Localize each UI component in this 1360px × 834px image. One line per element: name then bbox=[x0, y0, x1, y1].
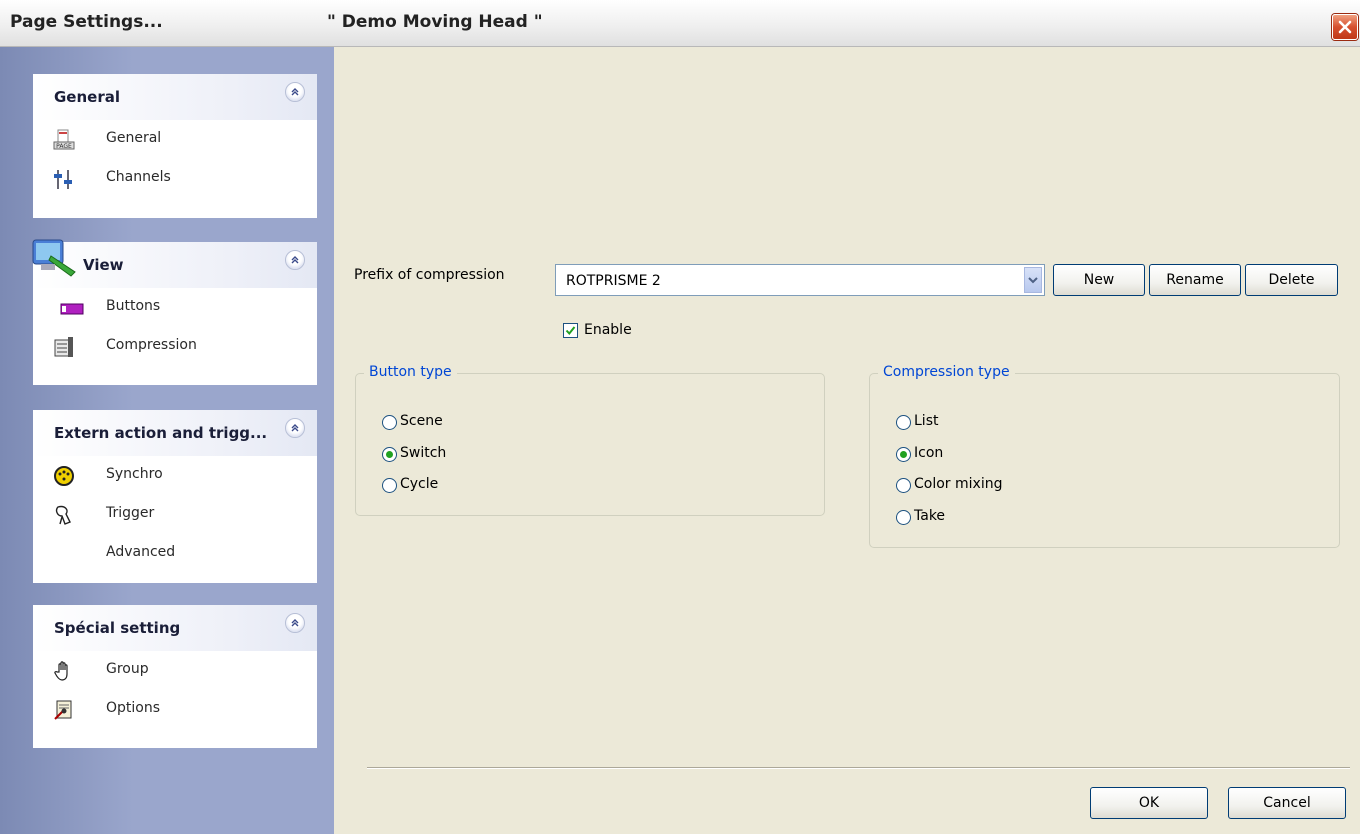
sidebar-item-options[interactable]: Options bbox=[33, 690, 317, 729]
compression-type-group: Compression type List Icon Color mixing … bbox=[869, 364, 1340, 548]
sidebar-item-label: Options bbox=[106, 700, 161, 716]
button-type-group: Button type Scene Switch Cycle bbox=[355, 364, 825, 516]
sidebar: General PAGE General Channels View Butto… bbox=[0, 47, 334, 834]
sidebar-item-label: Synchro bbox=[106, 466, 163, 482]
radio-label: Color mixing bbox=[914, 476, 1003, 492]
radio-label: Icon bbox=[914, 445, 944, 461]
svg-text:PAGE: PAGE bbox=[56, 143, 72, 150]
sidebar-item-general[interactable]: PAGE General bbox=[33, 120, 317, 159]
button-icon bbox=[60, 303, 84, 315]
radio-label: List bbox=[914, 413, 939, 429]
main-panel: Prefix of compression ROTPRISME 2 New Re… bbox=[335, 47, 1360, 834]
sidebar-item-compression[interactable]: Compression bbox=[33, 327, 317, 366]
sidebar-item-label: Advanced bbox=[106, 544, 176, 560]
sidebar-item-advanced[interactable]: Advanced bbox=[33, 534, 317, 573]
hand-icon bbox=[54, 661, 68, 681]
sidebar-item-trigger[interactable]: Trigger bbox=[33, 495, 317, 534]
radio-label: Scene bbox=[400, 413, 443, 429]
cancel-button[interactable]: Cancel bbox=[1228, 787, 1346, 819]
radio-button[interactable] bbox=[896, 510, 911, 525]
page-name: " Demo Moving Head " bbox=[327, 12, 543, 32]
prefix-value: ROTPRISME 2 bbox=[566, 273, 661, 289]
faders-icon bbox=[54, 170, 72, 189]
sidebar-item-label: General bbox=[106, 130, 162, 146]
radio-label: Switch bbox=[400, 445, 447, 461]
ok-button[interactable]: OK bbox=[1090, 787, 1208, 819]
sidebar-item-buttons[interactable]: Buttons bbox=[33, 288, 317, 327]
radio-button[interactable] bbox=[382, 415, 397, 430]
sidebar-item-label: Buttons bbox=[106, 298, 161, 314]
footer-separator bbox=[367, 767, 1350, 769]
group-title: Extern action and trigg... bbox=[54, 424, 268, 442]
delete-button[interactable]: Delete bbox=[1245, 264, 1338, 296]
group-header-view[interactable]: View bbox=[32, 239, 317, 288]
dmx-connector-icon bbox=[54, 466, 74, 486]
group-extern-action: Extern action and trigg... Synchro Trigg… bbox=[33, 410, 317, 583]
enable-checkbox[interactable] bbox=[563, 323, 578, 338]
group-title: Spécial setting bbox=[54, 619, 181, 637]
group-title: View bbox=[83, 256, 124, 274]
dropdown-button[interactable] bbox=[1024, 267, 1042, 293]
radio-button[interactable] bbox=[382, 478, 397, 493]
trigger-icon bbox=[55, 505, 71, 525]
radio-button[interactable] bbox=[896, 415, 911, 430]
group-header-extern[interactable]: Extern action and trigg... bbox=[33, 410, 317, 456]
chevron-down-icon bbox=[1028, 277, 1038, 284]
collapse-icon[interactable] bbox=[285, 613, 305, 633]
checkmark-icon bbox=[565, 326, 576, 336]
window-title: Page Settings... bbox=[10, 12, 163, 32]
close-button[interactable] bbox=[1332, 14, 1358, 40]
sidebar-item-channels[interactable]: Channels bbox=[33, 159, 317, 198]
collapse-icon[interactable] bbox=[285, 418, 305, 438]
group-special-setting: Spécial setting Group Options bbox=[33, 605, 317, 748]
enable-label: Enable bbox=[584, 322, 632, 338]
new-button[interactable]: New bbox=[1053, 264, 1145, 296]
close-icon bbox=[1338, 20, 1352, 34]
collapse-icon[interactable] bbox=[285, 250, 305, 270]
sidebar-item-group[interactable]: Group bbox=[33, 651, 317, 690]
radio-label: Take bbox=[914, 508, 946, 524]
title-bar: Page Settings... " Demo Moving Head " bbox=[0, 0, 1360, 47]
group-general: General PAGE General Channels bbox=[33, 74, 317, 218]
rename-button[interactable]: Rename bbox=[1149, 264, 1241, 296]
group-header-general[interactable]: General bbox=[33, 74, 317, 120]
group-view: View Buttons Compression bbox=[32, 239, 317, 385]
group-header-special[interactable]: Spécial setting bbox=[33, 605, 317, 651]
group-title: General bbox=[54, 88, 120, 106]
compression-icon bbox=[54, 337, 73, 357]
sidebar-item-label: Group bbox=[106, 661, 149, 677]
prefix-label: Prefix of compression bbox=[354, 267, 505, 283]
collapse-icon[interactable] bbox=[285, 82, 305, 102]
sidebar-item-label: Channels bbox=[106, 169, 171, 185]
radio-button[interactable] bbox=[896, 447, 911, 462]
sidebar-item-label: Trigger bbox=[106, 505, 155, 521]
radio-label: Cycle bbox=[400, 476, 439, 492]
radio-button[interactable] bbox=[382, 447, 397, 462]
page-icon: PAGE bbox=[53, 129, 75, 150]
sidebar-item-synchro[interactable]: Synchro bbox=[33, 456, 317, 495]
sidebar-item-label: Compression bbox=[106, 337, 197, 353]
monitor-icon bbox=[32, 239, 76, 277]
radio-button[interactable] bbox=[896, 478, 911, 493]
button-type-legend: Button type bbox=[364, 364, 457, 380]
options-icon bbox=[54, 700, 72, 720]
compression-type-legend: Compression type bbox=[878, 364, 1015, 380]
prefix-combobox[interactable]: ROTPRISME 2 bbox=[555, 264, 1045, 296]
